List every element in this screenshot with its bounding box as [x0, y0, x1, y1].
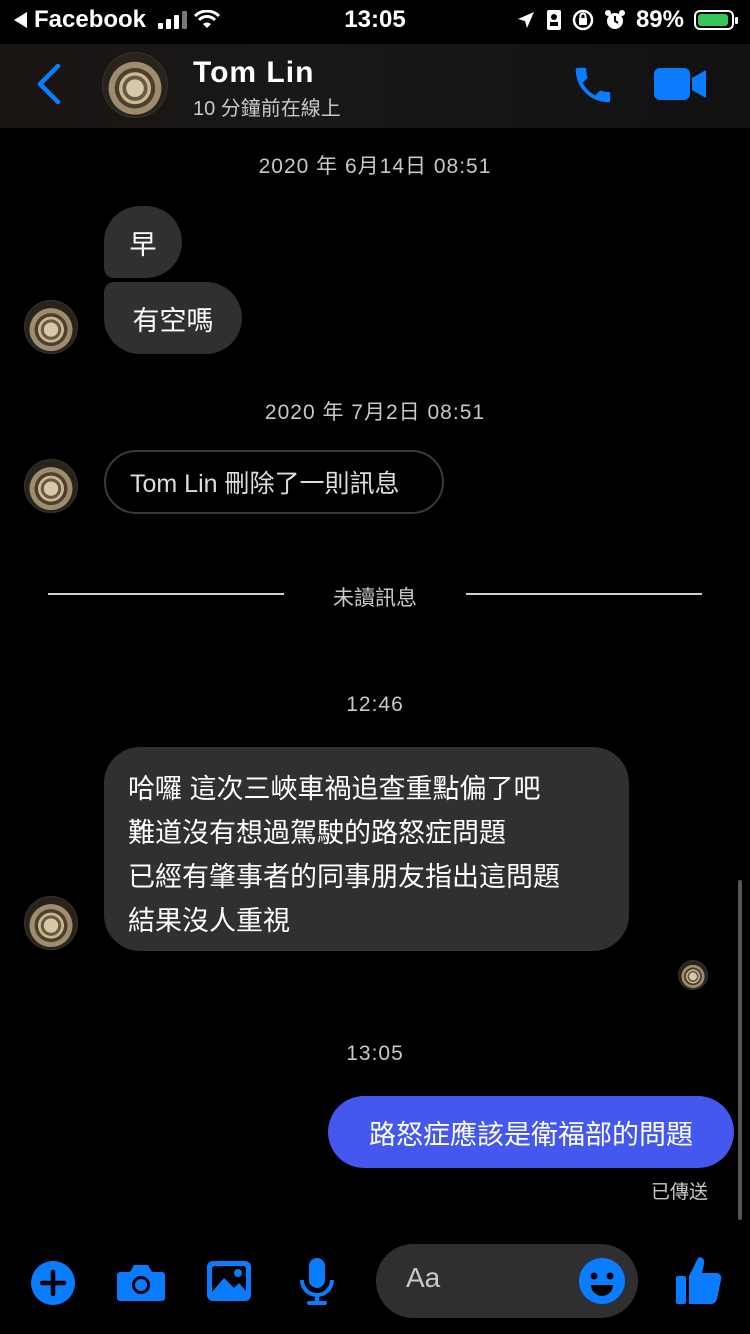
- message-text: 路怒症應該是衛福部的問題: [369, 1119, 693, 1150]
- video-call-icon[interactable]: [654, 66, 708, 102]
- timestamp: 2020 年 7月2日 08:51: [264, 401, 486, 424]
- incoming-message[interactable]: 有空嗎: [104, 282, 242, 354]
- gallery-icon[interactable]: [206, 1260, 252, 1302]
- battery-icon: [694, 10, 738, 30]
- presence-status: 10 分鐘前在線上: [193, 98, 341, 120]
- sender-avatar[interactable]: [24, 896, 78, 950]
- status-bar: 13:05 Facebook 89%: [0, 0, 750, 44]
- sent-status: 已傳送: [650, 1182, 708, 1203]
- timestamp: 2020 年 6月14日 08:51: [258, 155, 492, 178]
- contact-avatar[interactable]: [102, 52, 168, 118]
- unread-divider-left: [48, 593, 284, 595]
- alarm-icon: [604, 10, 625, 29]
- phone-icon[interactable]: [570, 62, 616, 108]
- outgoing-message[interactable]: 路怒症應該是衛福部的問題: [328, 1096, 734, 1168]
- message-line: 哈囉 這次三峽車禍追查重點偏了吧: [128, 774, 541, 804]
- message-line: 已經有肇事者的同事朋友指出這問題: [128, 862, 560, 892]
- incoming-message[interactable]: 哈囉 這次三峽車禍追查重點偏了吧 難道沒有想過駕駛的路怒症問題 已經有肇事者的同…: [104, 747, 629, 951]
- status-right: 89%: [516, 6, 738, 34]
- thumbs-up-icon[interactable]: [674, 1254, 722, 1306]
- camera-icon[interactable]: [116, 1262, 166, 1302]
- unread-label: 未讀訊息: [333, 587, 417, 610]
- back-to-app[interactable]: Facebook: [14, 6, 221, 34]
- back-app-label: Facebook: [34, 6, 147, 33]
- conversation-header: Tom Lin 10 分鐘前在線上: [0, 44, 750, 128]
- microphone-icon[interactable]: [298, 1256, 336, 1306]
- back-triangle-icon: [14, 12, 27, 28]
- contact-name[interactable]: Tom Lin: [193, 56, 314, 90]
- message-text: 早: [129, 229, 157, 260]
- location-arrow-icon: [517, 12, 534, 28]
- message-text: 有空嗎: [132, 305, 214, 336]
- back-chevron-icon[interactable]: [34, 62, 64, 106]
- emoji-icon[interactable]: [578, 1257, 626, 1305]
- sender-avatar[interactable]: [24, 459, 78, 513]
- contact-card-icon: [546, 10, 561, 30]
- incoming-message[interactable]: 早: [104, 206, 182, 278]
- deleted-notice-text: Tom Lin 刪除了一則訊息: [130, 470, 400, 498]
- wifi-icon: [193, 10, 221, 28]
- message-line: 難道沒有想過駕駛的路怒症問題: [128, 818, 506, 848]
- unread-divider-right: [466, 593, 702, 595]
- message-input-placeholder: Aa: [406, 1262, 441, 1293]
- battery-percent: 89%: [635, 6, 684, 33]
- timestamp: 12:46: [346, 693, 404, 716]
- scrollbar[interactable]: [738, 880, 742, 1220]
- seen-receipt-avatar: [678, 960, 708, 990]
- timestamp: 13:05: [346, 1042, 404, 1065]
- cellular-signal-icon: [158, 11, 188, 29]
- sender-avatar[interactable]: [24, 300, 78, 354]
- plus-icon[interactable]: [30, 1260, 76, 1306]
- message-line: 結果沒人重視: [128, 906, 290, 936]
- orientation-lock-icon: [572, 9, 594, 31]
- deleted-message-notice: Tom Lin 刪除了一則訊息: [104, 450, 444, 514]
